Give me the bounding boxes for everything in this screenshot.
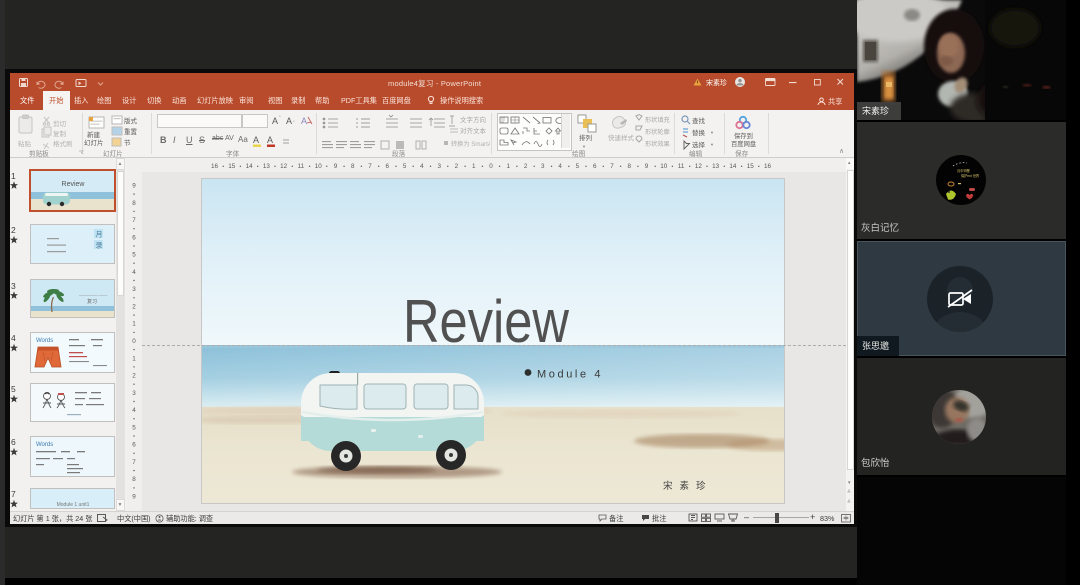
svg-text:A: A [272, 116, 278, 126]
svg-text:ˆ: ˆ [279, 116, 281, 122]
svg-text:格式刷: 格式刷 [53, 139, 73, 148]
svg-text:3: 3 [437, 163, 441, 170]
svg-text:A: A [286, 116, 292, 126]
svg-text:5: 5 [576, 163, 580, 170]
svg-text:月中甲醛: 月中甲醛 [957, 168, 971, 173]
svg-text:文字方向: 文字方向 [460, 115, 486, 124]
svg-text:A: A [253, 135, 259, 145]
svg-text:8: 8 [627, 163, 631, 170]
svg-text:13: 13 [263, 163, 271, 170]
svg-text:宋素珍: 宋素珍 [663, 480, 713, 492]
svg-text:4: 4 [132, 407, 136, 414]
svg-text:复习: 复习 [87, 298, 97, 305]
svg-text:12: 12 [280, 163, 288, 170]
svg-text:ˇ: ˇ [293, 121, 295, 127]
svg-text:3: 3 [541, 163, 545, 170]
svg-text:1: 1 [507, 163, 511, 170]
svg-text:14: 14 [246, 163, 254, 170]
svg-text:A: A [267, 135, 273, 145]
svg-text:Review: Review [62, 181, 86, 188]
svg-text:3: 3 [132, 286, 136, 293]
svg-text:16: 16 [211, 163, 219, 170]
svg-text:7: 7 [610, 163, 614, 170]
svg-text:5: 5 [132, 424, 136, 431]
svg-text:录: 录 [96, 242, 103, 250]
svg-text:Words: Words [36, 442, 53, 448]
svg-text:0: 0 [132, 338, 136, 345]
svg-text:幻灯片: 幻灯片 [84, 138, 104, 147]
svg-text:保护md 世界: 保护md 世界 [961, 173, 980, 178]
svg-text:16: 16 [764, 163, 772, 170]
svg-text:Module 1 unit1: Module 1 unit1 [57, 502, 90, 508]
svg-text:1: 1 [132, 321, 136, 328]
svg-text:2: 2 [132, 373, 136, 380]
svg-text:2: 2 [132, 303, 136, 310]
svg-text:剪切: 剪切 [53, 119, 67, 128]
svg-text:5: 5 [132, 252, 136, 259]
svg-text:4: 4 [420, 163, 424, 170]
svg-text:7: 7 [132, 459, 136, 466]
svg-text:保存到: 保存到 [734, 131, 753, 140]
svg-text:6: 6 [386, 163, 390, 170]
svg-text:8: 8 [132, 200, 136, 207]
svg-text:替换: 替换 [692, 128, 706, 137]
svg-text:15: 15 [747, 163, 755, 170]
svg-text:0: 0 [489, 163, 493, 170]
svg-text:4: 4 [132, 269, 136, 276]
svg-text:11: 11 [678, 163, 685, 170]
svg-text:A: A [301, 116, 307, 126]
svg-text:4: 4 [558, 163, 562, 170]
svg-text:5: 5 [403, 163, 407, 170]
svg-text:月: 月 [96, 231, 103, 239]
svg-text:转换为 SmartArt: 转换为 SmartArt [451, 140, 490, 148]
svg-text:10: 10 [315, 163, 323, 170]
svg-text:1: 1 [472, 163, 476, 170]
svg-text:1: 1 [132, 355, 136, 362]
svg-text:包欣怡: 包欣怡 [861, 457, 890, 469]
svg-text:8: 8 [351, 163, 355, 170]
svg-text:8: 8 [132, 476, 136, 483]
svg-text:复制: 复制 [53, 129, 67, 138]
svg-text:6: 6 [132, 442, 136, 449]
svg-text:6: 6 [132, 234, 136, 241]
svg-text:张思邈: 张思邈 [862, 340, 889, 351]
svg-text:Module 4: Module 4 [537, 369, 603, 381]
svg-text:快速样式: 快速样式 [608, 133, 635, 142]
svg-text:15: 15 [228, 163, 236, 170]
svg-text:9: 9 [645, 163, 649, 170]
svg-text:2: 2 [455, 163, 459, 170]
svg-text:灰白记忆: 灰白记忆 [861, 222, 899, 234]
svg-text:12: 12 [695, 163, 703, 170]
svg-text:对齐文本: 对齐文本 [460, 126, 487, 135]
svg-text:排列: 排列 [579, 133, 592, 142]
svg-text:9: 9 [334, 163, 338, 170]
svg-text:9: 9 [132, 183, 136, 190]
svg-text:11: 11 [298, 163, 305, 170]
svg-text:形状轮廓: 形状轮廓 [645, 128, 670, 136]
svg-text:形状填充: 形状填充 [645, 116, 670, 124]
svg-text:13: 13 [712, 163, 720, 170]
svg-text:▼: ▼ [710, 142, 714, 147]
svg-text:选择: 选择 [692, 140, 706, 149]
svg-text:▼: ▼ [710, 130, 714, 135]
svg-text:新建: 新建 [87, 130, 101, 139]
svg-text:形状效果: 形状效果 [645, 140, 670, 148]
svg-text:▼: ▼ [582, 144, 586, 149]
svg-text:百度网盘: 百度网盘 [731, 139, 757, 148]
svg-text:7: 7 [132, 217, 136, 224]
svg-text:宋素珍: 宋素珍 [862, 105, 889, 116]
svg-text:9: 9 [132, 494, 136, 501]
svg-text:10: 10 [660, 163, 668, 170]
svg-text:————·——: ————·—— [79, 293, 108, 298]
svg-text:查找: 查找 [692, 116, 706, 125]
svg-text:14: 14 [729, 163, 737, 170]
svg-text:3: 3 [132, 390, 136, 397]
svg-text:6: 6 [593, 163, 597, 170]
svg-text:2: 2 [524, 163, 528, 170]
svg-text:7: 7 [368, 163, 372, 170]
svg-text:Words: Words [36, 338, 53, 344]
